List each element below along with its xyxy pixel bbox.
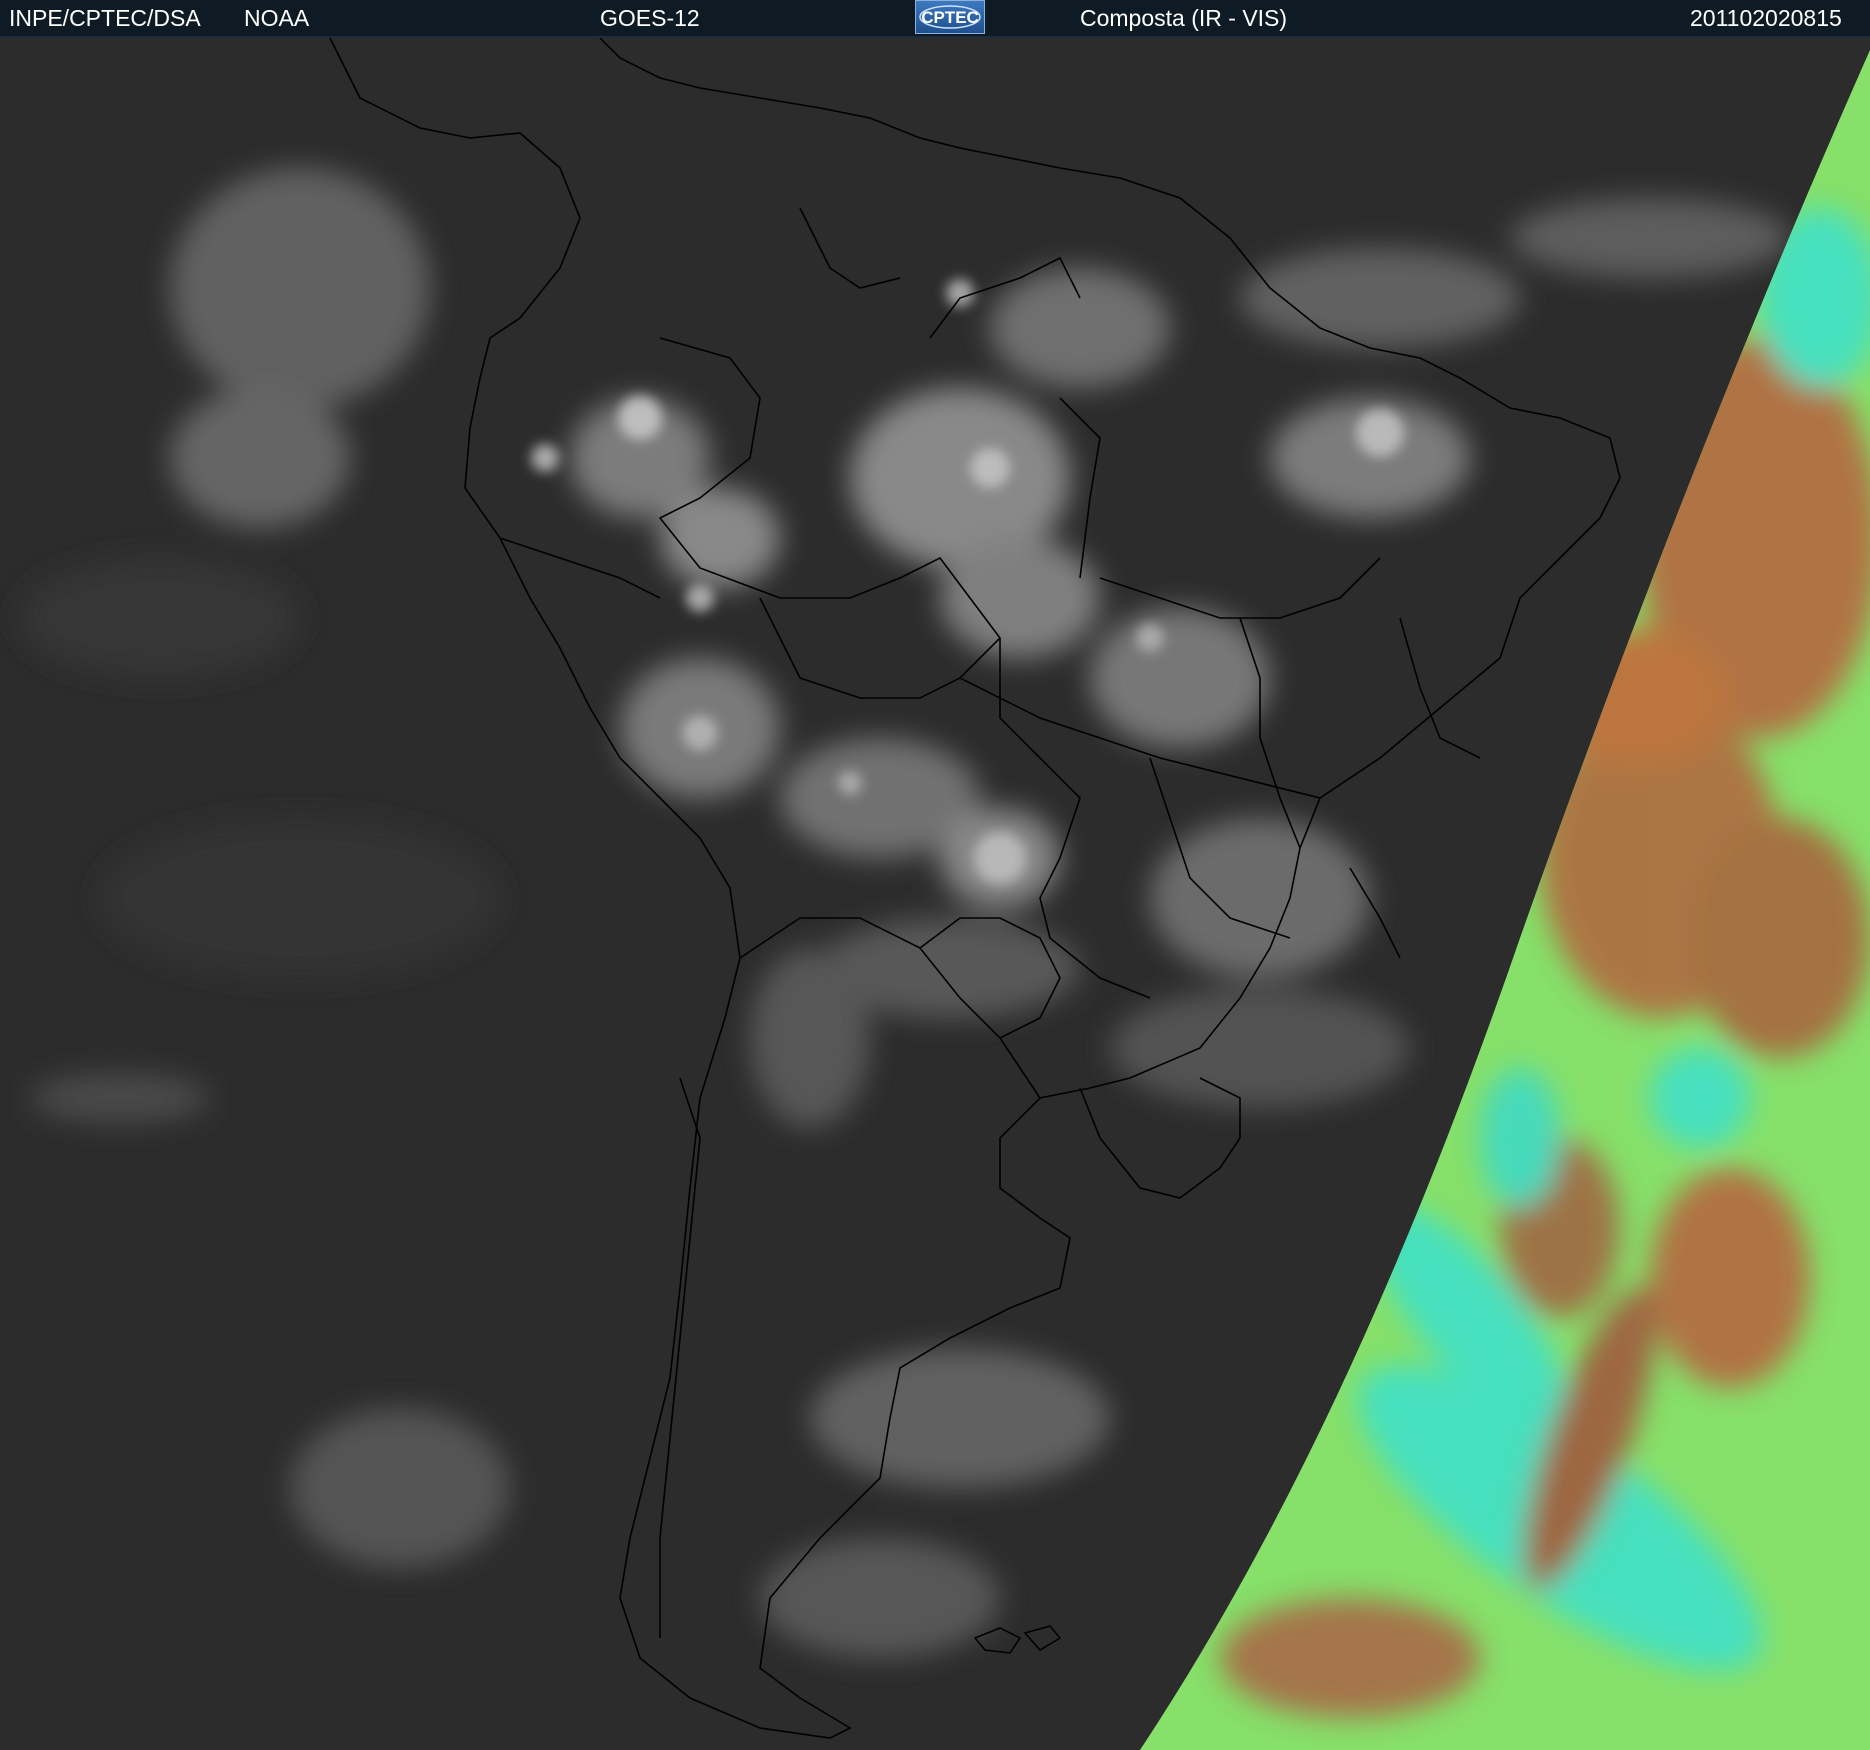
cptec-logo: CPTEC <box>915 0 985 34</box>
satellite-image <box>0 38 1870 1750</box>
agency-label: NOAA <box>244 5 310 31</box>
satellite-map <box>0 38 1870 1750</box>
logo-text: CPTEC <box>921 8 979 27</box>
satellite-label: GOES-12 <box>600 5 700 31</box>
title-bar: INPE/CPTEC/DSA NOAA GOES-12 CPTEC Compos… <box>0 0 1870 38</box>
cptec-logo-icon: CPTEC <box>919 5 981 29</box>
timestamp-label: 201102020815 <box>1690 5 1842 31</box>
product-label: Composta (IR - VIS) <box>1080 5 1288 31</box>
institution-label: INPE/CPTEC/DSA <box>9 5 201 31</box>
